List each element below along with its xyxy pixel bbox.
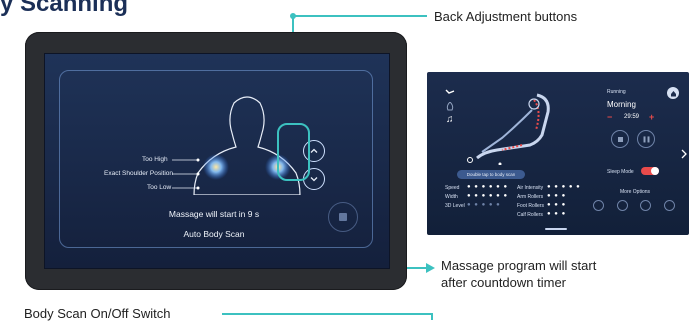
- music-icon[interactable]: ♫: [446, 114, 454, 125]
- next-page-arrow[interactable]: [681, 146, 687, 159]
- label-too-low: Too Low: [147, 184, 172, 191]
- massage-chair-illustration: [467, 93, 550, 165]
- page-indicator: [545, 228, 567, 230]
- stop-icon: [617, 136, 623, 142]
- calf-rollers-dots[interactable]: ● ● ●: [547, 211, 566, 217]
- callout-countdown-line1: Massage program will start: [441, 258, 597, 273]
- setting-width-dots[interactable]: ● ● ● ● ● ●: [467, 193, 508, 199]
- callout-body-scan-switch: Body Scan On/Off Switch: [24, 306, 171, 321]
- foot-rollers-label: Foot Rollers: [517, 203, 544, 209]
- label-exact-shoulder: Exact Shoulder Position: [104, 170, 174, 177]
- double-tap-banner[interactable]: Double tap to body scan: [457, 170, 525, 179]
- auto-body-scan-label: Auto Body Scan: [183, 229, 245, 239]
- flame-icon[interactable]: [446, 102, 454, 111]
- arm-rollers-label: Arm Rollers: [517, 194, 544, 200]
- home-icon: [670, 90, 676, 96]
- status-text: Running: [607, 89, 626, 95]
- pause-button[interactable]: ❚❚: [637, 130, 655, 148]
- air-intensity-label: Air Intensity: [517, 185, 544, 191]
- recline-icon[interactable]: [445, 88, 455, 96]
- setting-3d-dots[interactable]: ● ● ● ● ●: [467, 202, 501, 208]
- option-button-1[interactable]: [593, 200, 604, 211]
- home-button[interactable]: [667, 87, 679, 99]
- setting-width-label: Width: [445, 194, 458, 200]
- body-scan-screen: Too High Exact Shoulder Position Too Low…: [44, 53, 390, 269]
- option-button-4[interactable]: [664, 200, 675, 211]
- tablet-device: Too High Exact Shoulder Position Too Low…: [25, 32, 407, 290]
- callout-countdown-line2: after countdown timer: [441, 275, 567, 290]
- stop-icon: [339, 213, 347, 221]
- callout-back-adjustment: Back Adjustment buttons: [434, 9, 578, 24]
- back-adjustment-highlight: [277, 123, 310, 181]
- countdown-message: Massage will start in 9 s: [168, 209, 260, 219]
- more-options-label: More Options: [620, 189, 651, 195]
- position-indicator-lines: [172, 158, 200, 190]
- sleep-mode-label: Sleep Mode: [607, 169, 634, 175]
- setting-speed-dots[interactable]: ● ● ● ● ● ●: [467, 184, 508, 190]
- timer-display: 29:59: [624, 114, 640, 120]
- sleep-mode-toggle[interactable]: [641, 167, 659, 175]
- toggle-knob: [651, 167, 659, 175]
- chevron-right-icon: [681, 149, 687, 159]
- program-name: Morning: [607, 100, 636, 109]
- timer-plus-button[interactable]: +: [649, 112, 654, 122]
- chevron-up-icon: [310, 148, 318, 153]
- air-intensity-dots[interactable]: ● ● ● ● ●: [547, 184, 581, 190]
- option-button-3[interactable]: [640, 200, 651, 211]
- stop-button[interactable]: [328, 202, 358, 232]
- foot-rollers-dots[interactable]: ● ● ●: [547, 202, 566, 208]
- setting-speed-label: Speed: [445, 185, 460, 191]
- arm-rollers-dots[interactable]: ● ● ●: [547, 193, 566, 199]
- label-too-high: Too High: [142, 156, 168, 163]
- scan-panel: Too High Exact Shoulder Position Too Low…: [59, 70, 373, 248]
- timer-minus-button[interactable]: −: [607, 112, 612, 122]
- calf-rollers-label: Calf Rollers: [517, 212, 543, 218]
- option-button-2[interactable]: [617, 200, 628, 211]
- chevron-down-icon: [310, 177, 318, 182]
- running-screen: ♫ Running Morning − 29:59 + ❚❚ Sleep Mod…: [427, 72, 689, 235]
- setting-3d-label: 3D Level: [445, 203, 465, 209]
- pause-icon: ❚❚: [641, 136, 651, 143]
- running-stop-button[interactable]: [611, 130, 629, 148]
